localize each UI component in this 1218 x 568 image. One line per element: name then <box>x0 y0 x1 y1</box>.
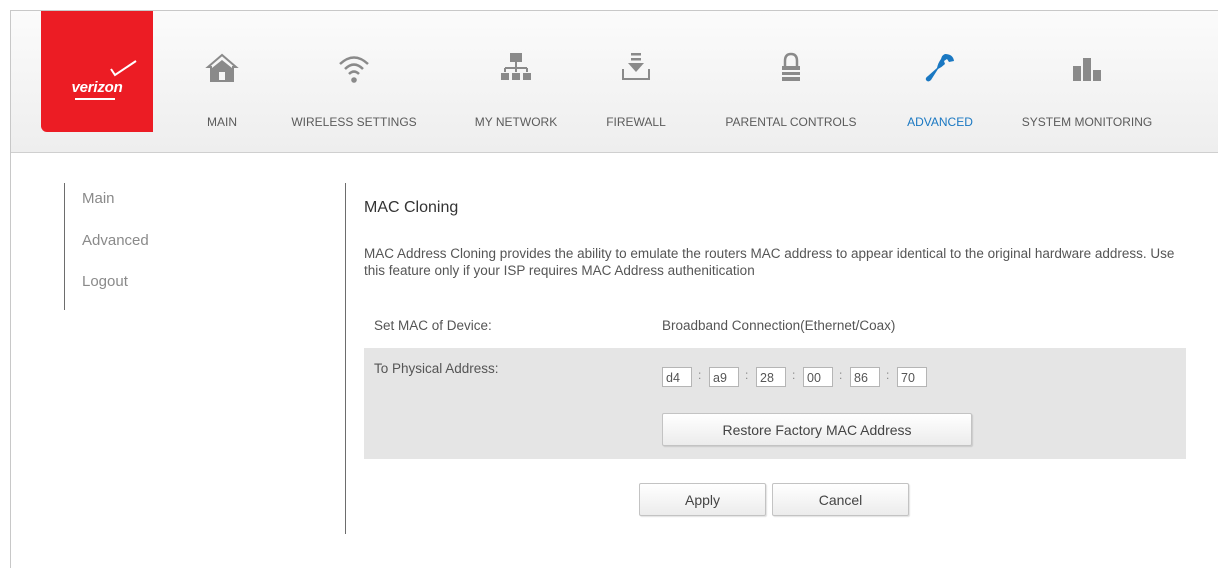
mac-octet-1-input[interactable]: d4 <box>662 367 692 387</box>
logo-underline <box>75 98 115 100</box>
nav-firewall[interactable]: FIREWALL <box>604 51 668 151</box>
mac-separator: : <box>698 368 702 382</box>
home-icon <box>205 53 239 82</box>
firewall-icon <box>622 53 650 80</box>
logo-checkmark-icon <box>110 60 137 77</box>
physical-address-label: To Physical Address: <box>374 361 499 376</box>
cancel-button[interactable]: Cancel <box>772 483 909 516</box>
nav-advanced[interactable]: ADVANCED <box>900 51 980 151</box>
nav-main-label: MAIN <box>207 115 237 129</box>
lock-icon <box>782 52 800 81</box>
nav-advanced-label: ADVANCED <box>907 115 973 129</box>
network-icon <box>501 53 531 80</box>
mac-octet-4-input[interactable]: 00 <box>803 367 833 387</box>
page-description: MAC Address Cloning provides the ability… <box>364 246 1175 278</box>
mac-octet-2-input[interactable]: a9 <box>709 367 739 387</box>
apply-button[interactable]: Apply <box>639 483 766 516</box>
nav-parental-controls-label: PARENTAL CONTROLS <box>725 115 857 129</box>
mac-octet-6-input[interactable]: 70 <box>897 367 927 387</box>
nav-wireless-settings[interactable]: WIRELESS SETTINGS <box>280 51 428 151</box>
nav-wireless-settings-label: WIRELESS SETTINGS <box>291 115 417 129</box>
nav-main[interactable]: MAIN <box>196 51 248 151</box>
wrench-icon <box>925 54 954 82</box>
sidebar-item-advanced[interactable]: Advanced <box>82 232 149 249</box>
mac-octet-3-input[interactable]: 28 <box>756 367 786 387</box>
wifi-icon <box>339 56 369 83</box>
mac-separator: : <box>792 368 796 382</box>
mac-separator: : <box>839 368 843 382</box>
set-mac-value: Broadband Connection(Ethernet/Coax) <box>662 318 896 333</box>
nav-firewall-label: FIREWALL <box>606 115 666 129</box>
nav-system-monitoring-label: SYSTEM MONITORING <box>1021 115 1153 129</box>
restore-factory-mac-button[interactable]: Restore Factory MAC Address <box>662 413 972 446</box>
verizon-logo[interactable]: verizon <box>41 11 153 132</box>
nav-my-network[interactable]: MY NETWORK <box>466 51 566 151</box>
top-navigation-bar: verizon MAIN WIRELESS SETTINGS MY NETWOR… <box>11 11 1218 153</box>
sidebar-item-main[interactable]: Main <box>82 190 115 207</box>
bar-chart-icon <box>1073 58 1101 81</box>
nav-parental-controls[interactable]: PARENTAL CONTROLS <box>711 51 871 151</box>
nav-system-monitoring[interactable]: SYSTEM MONITORING <box>1011 51 1163 151</box>
mac-separator: : <box>886 368 890 382</box>
mac-separator: : <box>745 368 749 382</box>
page-title: MAC Cloning <box>364 199 459 216</box>
content-divider <box>345 183 346 534</box>
nav-my-network-label: MY NETWORK <box>474 115 558 129</box>
sidebar-divider <box>64 183 65 310</box>
mac-octet-5-input[interactable]: 86 <box>850 367 880 387</box>
set-mac-label: Set MAC of Device: <box>374 318 492 333</box>
logo-text: verizon <box>71 79 123 96</box>
sidebar-item-logout[interactable]: Logout <box>82 273 128 290</box>
